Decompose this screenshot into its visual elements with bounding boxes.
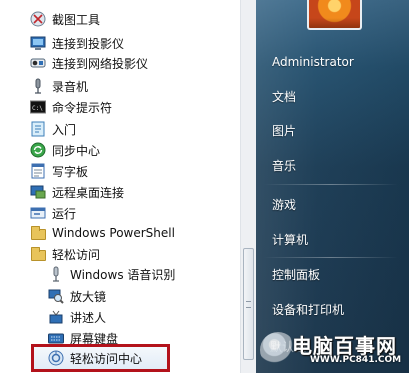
menu-item-label: 截图工具 (52, 12, 101, 27)
right-item-computer[interactable]: 计算机 (272, 232, 308, 248)
menu-item-label: 连接到投影仪 (52, 36, 125, 51)
menu-item-label: 同步中心 (52, 143, 101, 158)
menu-item-sound-recorder[interactable]: 录音机 (30, 75, 88, 97)
getting-started-icon (30, 121, 46, 137)
scrollbar-thumb[interactable] (243, 248, 254, 360)
menu-item-speech-recognition[interactable]: Windows 语音识别 (48, 263, 175, 285)
menu-item-label: Windows 语音识别 (70, 267, 176, 282)
folder-icon (30, 225, 46, 241)
projector-icon (30, 35, 46, 51)
svg-text:C:\: C:\ (32, 105, 43, 112)
menu-item-command-prompt[interactable]: C:\ 命令提示符 (30, 96, 112, 118)
menu-item-ease-of-access-folder[interactable]: 轻松访问 (30, 243, 100, 265)
menu-item-run[interactable]: 运行 (30, 202, 76, 224)
menu-item-label: 命令提示符 (52, 100, 113, 115)
remote-desktop-icon (30, 184, 46, 200)
menu-item-label: 轻松访问 (52, 247, 101, 262)
menu-item-magnifier[interactable]: 放大镜 (48, 285, 106, 307)
menu-item-label: 录音机 (52, 79, 89, 94)
site-logo (260, 332, 296, 368)
right-item-documents[interactable]: 文档 (272, 89, 296, 105)
wordpad-icon (30, 163, 46, 179)
microphone-icon (30, 78, 46, 94)
menu-item-snipping-tool[interactable]: 截图工具 (30, 8, 100, 30)
right-item-control-panel[interactable]: 控制面板 (272, 267, 320, 283)
menu-item-ease-of-access-center[interactable]: 轻松访问中心 (48, 347, 142, 369)
menu-item-label: 入门 (52, 122, 77, 137)
right-separator (264, 257, 398, 258)
sync-icon (30, 142, 46, 158)
ease-of-access-icon (48, 350, 64, 366)
menu-item-label: 放大镜 (70, 289, 107, 304)
run-icon (30, 205, 46, 221)
programs-scrollbar[interactable] (240, 0, 256, 373)
right-item-pictures[interactable]: 图片 (272, 123, 296, 139)
folder-icon (30, 246, 46, 262)
menu-item-label: 远程桌面连接 (52, 185, 125, 200)
menu-item-remote-desktop[interactable]: 远程桌面连接 (30, 181, 124, 203)
right-separator (264, 184, 398, 185)
menu-item-label: Windows PowerShell (52, 226, 175, 240)
menu-item-connect-projector[interactable]: 连接到投影仪 (30, 32, 124, 54)
menu-item-label: 写字板 (52, 164, 89, 179)
start-menu-programs-panel: 截图工具 连接到投影仪 连接到网络投影仪 录音机 C:\ 命令提示符 入门 同步… (0, 0, 256, 373)
right-item-games[interactable]: 游戏 (272, 197, 296, 213)
microphone-icon (48, 266, 64, 282)
right-item-devices-printers[interactable]: 设备和打印机 (272, 302, 344, 318)
magnifier-icon (48, 288, 64, 304)
network-projector-icon (30, 55, 46, 71)
menu-item-sync-center[interactable]: 同步中心 (30, 139, 100, 161)
menu-item-label: 连接到网络投影仪 (52, 56, 149, 71)
menu-item-windows-powershell[interactable]: Windows PowerShell (30, 222, 175, 244)
menu-item-getting-started[interactable]: 入门 (30, 118, 76, 140)
user-avatar-flower[interactable] (307, 0, 362, 30)
menu-item-connect-network-projector[interactable]: 连接到网络投影仪 (30, 52, 148, 74)
programs-list: 截图工具 连接到投影仪 连接到网络投影仪 录音机 C:\ 命令提示符 入门 同步… (0, 0, 240, 373)
narrator-icon (48, 309, 64, 325)
menu-item-label: 运行 (52, 206, 77, 221)
right-item-administrator[interactable]: Administrator (272, 54, 354, 70)
menu-item-label: 轻松访问中心 (70, 351, 143, 366)
menu-item-narrator[interactable]: 讲述人 (48, 306, 106, 328)
command-prompt-icon: C:\ (30, 99, 46, 115)
scissors-icon (30, 11, 46, 27)
menu-item-label: 讲述人 (70, 310, 107, 325)
site-watermark: 电脑百事网 WWW.PC841.COM (258, 328, 409, 373)
right-item-music[interactable]: 音乐 (272, 158, 296, 174)
menu-item-wordpad[interactable]: 写字板 (30, 160, 88, 182)
watermark-url: WWW.PC841.COM (310, 355, 402, 365)
